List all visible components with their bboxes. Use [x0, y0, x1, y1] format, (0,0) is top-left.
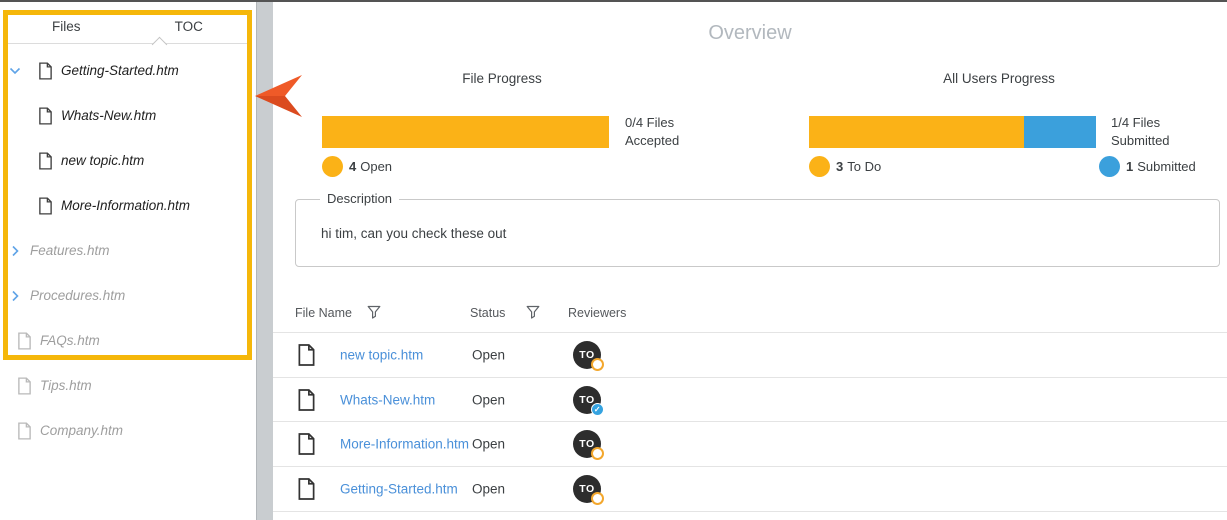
file-name-link[interactable]: Whats-New.htm: [340, 392, 435, 407]
submitted-check-badge: ✓: [591, 402, 604, 416]
review-overview-page: Files TOC Getting-Started.htm Whats-New.h…: [0, 0, 1227, 520]
description-label: Description: [320, 191, 400, 206]
files-table: new topic.htm Open TO Whats-New.htm Open TO ✓ M…: [273, 333, 1227, 512]
tree-item[interactable]: Features.htm: [0, 228, 256, 273]
legend-label: Submitted: [1137, 159, 1196, 174]
file-progress-title: File Progress: [462, 71, 542, 86]
main-content: Overview File Progress 0/4 Files Accepte…: [273, 2, 1227, 520]
table-row[interactable]: Whats-New.htm Open TO ✓: [273, 378, 1227, 423]
file-icon: [38, 151, 53, 170]
progress-segment-open: [322, 116, 609, 148]
file-icon: [297, 343, 316, 367]
tree-item-label: Company.htm: [40, 423, 124, 438]
tree-item-label: Tips.htm: [40, 378, 92, 393]
filter-icon-file-name[interactable]: [366, 304, 382, 320]
sidebar-tabbar: Files TOC: [5, 10, 250, 44]
tree-item[interactable]: FAQs.htm: [0, 318, 256, 363]
tree-item-label: new topic.htm: [61, 153, 145, 168]
file-icon: [17, 331, 32, 350]
description-field[interactable]: Description hi tim, can you check these …: [295, 191, 1220, 267]
status-value: Open: [472, 436, 506, 452]
file-icon: [297, 477, 316, 501]
tree-item[interactable]: Tips.htm: [0, 363, 256, 408]
tree-item[interactable]: More-Information.htm: [0, 183, 256, 228]
file-icon: [38, 106, 53, 125]
tab-toc[interactable]: TOC: [128, 10, 251, 43]
file-icon: [38, 196, 53, 215]
legend-dot: [1099, 156, 1120, 177]
file-progress-bar: [322, 116, 609, 148]
tree-item-label: Features.htm: [30, 243, 110, 258]
table-row[interactable]: Getting-Started.htm Open TO: [273, 467, 1227, 512]
tree-item[interactable]: Getting-Started.htm: [0, 48, 256, 93]
caption-line: Accepted: [625, 133, 680, 148]
filter-icon-status[interactable]: [525, 304, 541, 320]
legend-count: 4: [349, 159, 357, 174]
file-icon: [17, 376, 32, 395]
legend-label: Open: [360, 159, 393, 174]
status-value: Open: [472, 347, 506, 363]
caption-line: 0/4 Files: [625, 115, 675, 130]
column-header-status: Status: [470, 306, 506, 320]
status-value: Open: [472, 392, 506, 408]
progress-segment-submitted: [1024, 116, 1096, 148]
chevron-down-icon[interactable]: [8, 64, 22, 78]
users-progress-legend-submitted: 1 Submitted: [1099, 156, 1196, 177]
tree-item[interactable]: new topic.htm: [0, 138, 256, 183]
file-icon: [297, 388, 316, 412]
file-name-link[interactable]: More-Information.htm: [340, 437, 469, 452]
tree-item-label: Procedures.htm: [30, 288, 126, 303]
tree-item-label: Getting-Started.htm: [61, 63, 179, 78]
legend-count: 1: [1126, 159, 1134, 174]
tree-item[interactable]: Whats-New.htm: [0, 93, 256, 138]
tab-files[interactable]: Files: [5, 10, 128, 43]
chevron-right-icon[interactable]: [8, 289, 22, 303]
legend-count: 3: [836, 159, 844, 174]
file-icon: [38, 61, 53, 80]
reviewer-avatar[interactable]: TO: [573, 340, 604, 371]
reviewer-avatar[interactable]: TO: [573, 474, 604, 505]
table-row[interactable]: More-Information.htm Open TO: [273, 422, 1227, 468]
caption-line: Submitted: [1111, 133, 1170, 148]
status-value: Open: [472, 481, 506, 497]
tree-item[interactable]: Procedures.htm: [0, 273, 256, 318]
progress-segment-to-do: [809, 116, 1025, 148]
column-header-file-name: File Name: [295, 306, 352, 320]
todo-ring-badge: [591, 447, 604, 461]
column-header-reviewers: Reviewers: [568, 306, 627, 320]
file-name-link[interactable]: new topic.htm: [340, 347, 423, 362]
todo-ring-badge: [591, 357, 604, 371]
users-progress-caption: 1/4 Files Submitted: [1111, 114, 1170, 150]
file-progress-caption: 0/4 Files Accepted: [625, 114, 679, 150]
legend-label: To Do: [847, 159, 882, 174]
todo-ring-badge: [591, 491, 604, 505]
users-progress-title: All Users Progress: [943, 71, 1055, 86]
users-progress-legend-todo: 3 To Do: [809, 156, 881, 177]
file-icon: [297, 432, 316, 456]
chevron-right-icon[interactable]: [8, 244, 22, 258]
tree-item-label: Whats-New.htm: [61, 108, 157, 123]
description-value: hi tim, can you check these out: [321, 226, 507, 241]
file-tree: Getting-Started.htm Whats-New.htm new topi…: [0, 48, 256, 453]
panel-divider[interactable]: [256, 2, 273, 520]
tree-item-label: More-Information.htm: [61, 198, 191, 213]
page-title: Overview: [708, 22, 792, 44]
tree-item-label: FAQs.htm: [40, 333, 100, 348]
reviewer-avatar[interactable]: TO: [573, 430, 604, 461]
file-icon: [17, 421, 32, 440]
caption-line: 1/4 Files: [1111, 115, 1161, 130]
reviewer-avatar[interactable]: TO ✓: [573, 385, 604, 416]
file-progress-legend: 4 Open: [322, 156, 392, 177]
legend-dot: [809, 156, 830, 177]
users-progress-bar: [809, 116, 1096, 148]
table-row[interactable]: new topic.htm Open TO: [273, 333, 1227, 378]
legend-dot: [322, 156, 343, 177]
toc-sidebar: Files TOC Getting-Started.htm Whats-New.h…: [0, 2, 256, 520]
file-name-link[interactable]: Getting-Started.htm: [340, 481, 458, 496]
tree-item[interactable]: Company.htm: [0, 408, 256, 453]
